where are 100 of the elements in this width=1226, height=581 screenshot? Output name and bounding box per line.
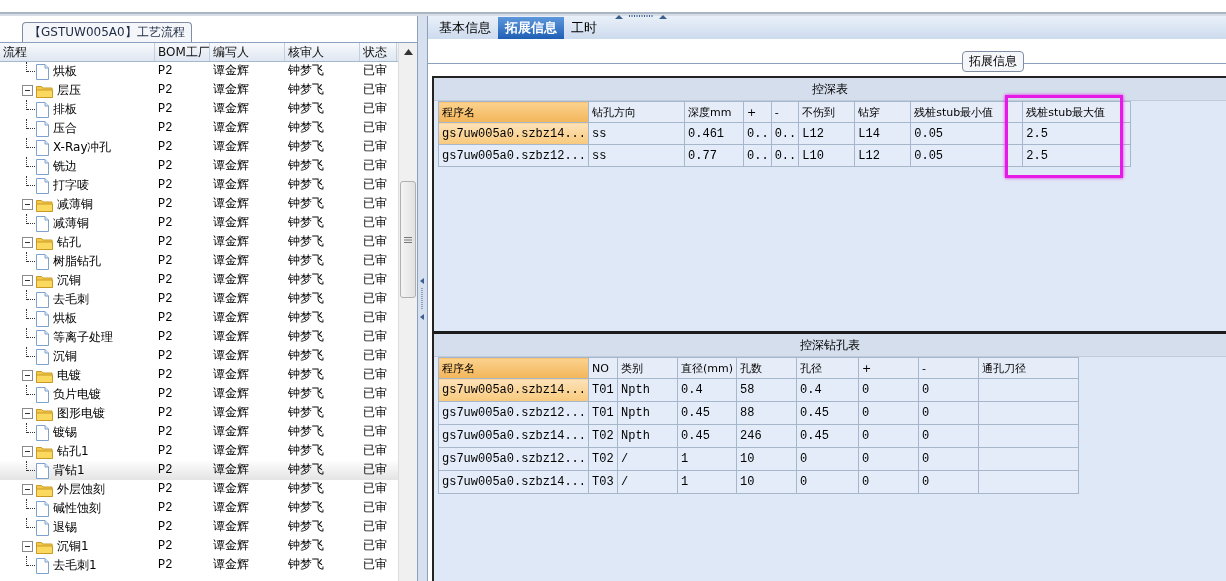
- table-cell-text: 钟梦飞: [287, 82, 325, 99]
- table-cell-text: P2: [157, 101, 174, 118]
- collapse-icon[interactable]: [22, 199, 33, 210]
- column-header[interactable]: 残桩stub最小值: [910, 101, 1023, 123]
- table-cell-text: 已审: [362, 120, 388, 137]
- table-cell-text: 已审: [362, 462, 388, 479]
- group-title: 拓展信息: [962, 51, 1024, 72]
- tab[interactable]: 基本信息: [432, 17, 498, 39]
- column-header[interactable]: 不伤到: [798, 101, 855, 123]
- column-header[interactable]: -: [771, 101, 799, 123]
- column-header[interactable]: 核审人: [285, 43, 360, 61]
- column-header[interactable]: 流程: [0, 43, 155, 61]
- table-cell-text: 谭金辉: [212, 519, 250, 536]
- tab[interactable]: 工时: [564, 17, 604, 39]
- folder-icon: [36, 406, 53, 421]
- table-cell-text: 钟梦飞: [287, 101, 325, 118]
- table-cell-text: P2: [157, 82, 174, 99]
- column-header[interactable]: 程序名: [438, 101, 589, 123]
- table-cell-text: 谭金辉: [212, 177, 250, 194]
- collapse-icon[interactable]: [22, 541, 33, 552]
- scroll-up-icon[interactable]: [403, 49, 413, 55]
- table-cell-text: 已审: [362, 386, 388, 403]
- collapse-icon[interactable]: [22, 446, 33, 457]
- table-cell: gs7uw005a0.szbz14...: [438, 122, 589, 145]
- panel-title: 【GSTUW005A0】工艺流程: [22, 22, 192, 42]
- tree-row[interactable]: 背钻1 P2 谭金辉 钟梦飞 已审: [0, 461, 398, 480]
- file-icon: [36, 158, 49, 175]
- tree-item-label: 等离子处理: [53, 329, 113, 346]
- column-header[interactable]: 残桩stub最大值: [1022, 101, 1131, 123]
- table-cell-text: 谭金辉: [212, 424, 250, 441]
- table-cell-text: P2: [157, 348, 174, 365]
- tree-item-label: 铣边: [53, 158, 77, 175]
- file-icon: [36, 101, 49, 118]
- tree-item-label: 沉铜: [53, 348, 77, 365]
- table-cell-text: P2: [157, 63, 174, 80]
- table-cell-text: P2: [157, 462, 174, 479]
- table-cell-text: P2: [157, 253, 174, 270]
- tree-item-label: 排板: [53, 101, 77, 118]
- collapse-left-icon[interactable]: [420, 277, 425, 320]
- column-header[interactable]: +: [858, 357, 919, 379]
- tab[interactable]: 拓展信息: [498, 17, 564, 39]
- collapse-icon[interactable]: [22, 370, 33, 381]
- table-cell-text: 钟梦飞: [287, 329, 325, 346]
- column-header[interactable]: 孔数: [736, 357, 797, 379]
- file-icon: [36, 177, 49, 194]
- collapse-icon[interactable]: [22, 237, 33, 248]
- tree-item-label: 减薄铜: [57, 196, 93, 213]
- column-header[interactable]: 通孔刀径: [978, 357, 1079, 379]
- table-cell-text: 已审: [362, 310, 388, 327]
- folder-icon: [36, 273, 53, 288]
- table-cell-text: 已审: [362, 367, 388, 384]
- table-cell-text: 钟梦飞: [287, 158, 325, 175]
- column-header[interactable]: NO: [588, 357, 618, 379]
- column-header[interactable]: 程序名: [438, 357, 589, 379]
- tree-item-label: 图形电镀: [57, 405, 105, 422]
- table-cell-text: 谭金辉: [212, 158, 250, 175]
- table-cell-text: P2: [157, 329, 174, 346]
- table-cell-text: 已审: [362, 63, 388, 80]
- column-header[interactable]: BOM工厂: [155, 43, 210, 61]
- file-icon: [36, 139, 49, 156]
- column-header[interactable]: 孔径: [796, 357, 859, 379]
- collapse-icon[interactable]: [22, 85, 33, 96]
- column-header[interactable]: 钻穿: [854, 101, 911, 123]
- table-title: 控深表: [812, 82, 848, 96]
- table-cell-text: P2: [157, 405, 174, 422]
- table-cell-text: 钟梦飞: [287, 443, 325, 460]
- collapse-icon[interactable]: [22, 408, 33, 419]
- file-icon: [36, 462, 49, 479]
- table-cell-text: P2: [157, 234, 174, 251]
- collapse-icon[interactable]: [22, 275, 33, 286]
- table-cell-text: 谭金辉: [212, 405, 250, 422]
- table-cell-text: 谭金辉: [212, 481, 250, 498]
- table-cell-text: 已审: [362, 443, 388, 460]
- table-cell-text: 钟梦飞: [287, 234, 325, 251]
- column-header[interactable]: +: [743, 101, 772, 123]
- scroll-thumb[interactable]: [400, 181, 416, 298]
- collapse-icon[interactable]: [22, 484, 33, 495]
- column-header[interactable]: 钻孔方向: [588, 101, 685, 123]
- column-header[interactable]: 类别: [617, 357, 678, 379]
- table-cell: gs7uw005a0.szbz12...: [438, 144, 589, 167]
- file-icon: [36, 557, 49, 574]
- table-cell-text: 已审: [362, 215, 388, 232]
- table-cell-text: 谭金辉: [212, 462, 250, 479]
- table-cell-text: 已审: [362, 519, 388, 536]
- scrollbar[interactable]: [398, 43, 417, 581]
- table-cell-text: P2: [157, 177, 174, 194]
- table-cell-text: 钟梦飞: [287, 462, 325, 479]
- column-header[interactable]: 状态: [360, 43, 397, 61]
- tree-item-label: 去毛刺: [53, 291, 89, 308]
- tree-item-label: 层压: [57, 82, 81, 99]
- folder-icon: [36, 482, 53, 497]
- table-cell-text: 钟梦飞: [287, 405, 325, 422]
- column-header[interactable]: -: [918, 357, 979, 379]
- table-cell-text: 已审: [362, 272, 388, 289]
- table-cell-text: 已审: [362, 234, 388, 251]
- column-header[interactable]: 深度mm: [684, 101, 744, 123]
- column-header[interactable]: 编写人: [210, 43, 285, 61]
- column-header[interactable]: 直径(mm): [677, 357, 737, 379]
- table-cell-text: 谭金辉: [212, 215, 250, 232]
- table-cell-text: P2: [157, 291, 174, 308]
